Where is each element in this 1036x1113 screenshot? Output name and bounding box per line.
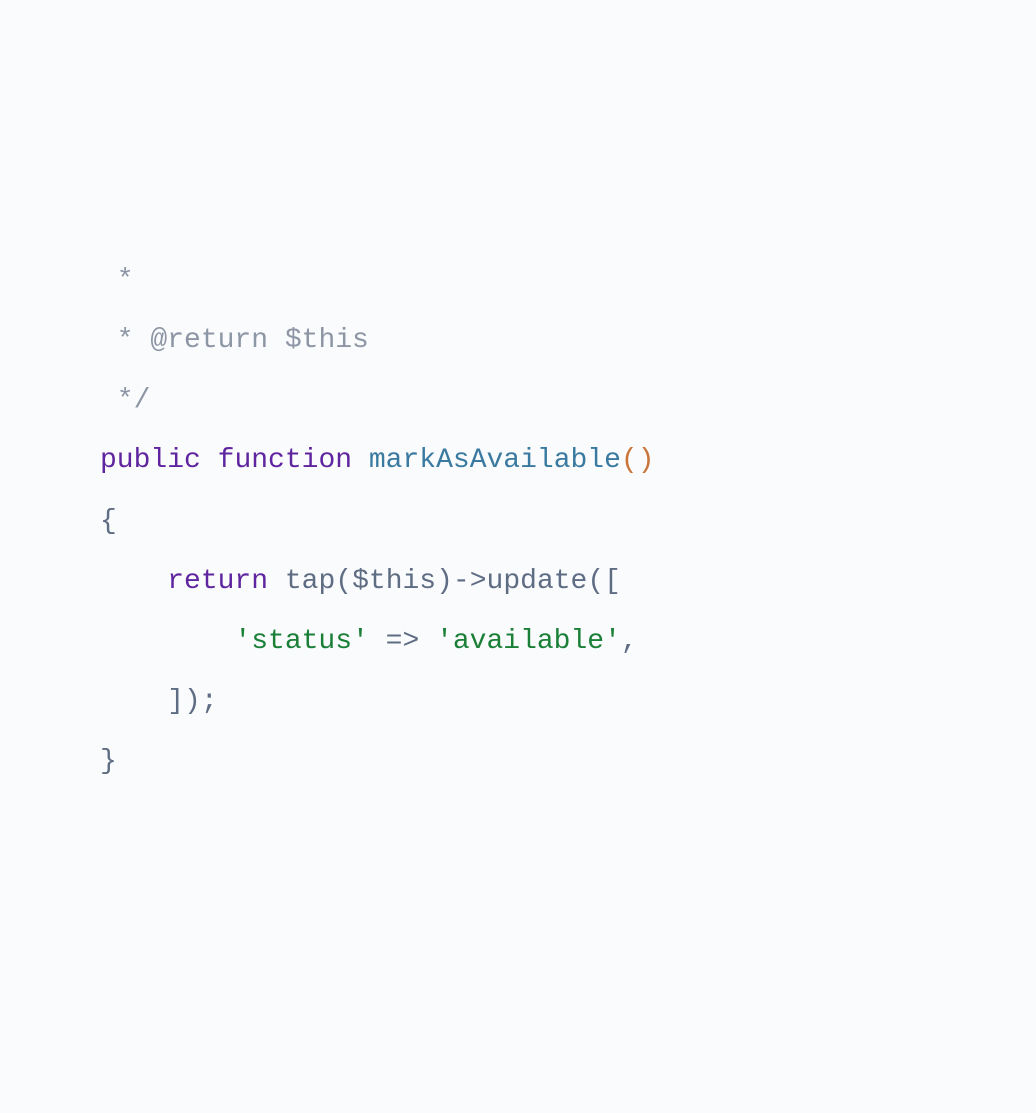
- code-block: * * @return $this */ public function mar…: [100, 251, 1036, 793]
- bracket-close: ]: [167, 686, 184, 717]
- paren-open-3: (: [587, 566, 604, 597]
- paren-close: ): [638, 445, 655, 476]
- paren-close-2: ): [436, 566, 453, 597]
- closing-line: ]);: [100, 686, 218, 717]
- comment-prefix: *: [100, 325, 150, 356]
- comment-line-1: *: [100, 265, 134, 296]
- function-name: markAsAvailable: [369, 445, 621, 476]
- arrow-operator: ->: [453, 566, 487, 597]
- string-value: 'available': [436, 626, 621, 657]
- array-item-line: 'status' => 'available',: [100, 626, 638, 657]
- var-this: $this: [352, 566, 436, 597]
- brace-open: {: [100, 506, 117, 537]
- semicolon: ;: [201, 686, 218, 717]
- string-key: 'status': [234, 626, 368, 657]
- brace-close: }: [100, 746, 117, 777]
- paren-open-2: (: [335, 566, 352, 597]
- keyword-public: public: [100, 445, 201, 476]
- comma: ,: [621, 626, 638, 657]
- bracket-open: [: [604, 566, 621, 597]
- paren-open: (: [621, 445, 638, 476]
- keyword-return: return: [167, 566, 268, 597]
- function-signature-line: public function markAsAvailable(): [100, 445, 655, 476]
- keyword-function: function: [218, 445, 352, 476]
- call-update: update: [487, 566, 588, 597]
- call-tap: tap: [285, 566, 335, 597]
- docblock-tag: @return $this: [150, 325, 368, 356]
- comment-line-3: */: [100, 385, 150, 416]
- return-line: return tap($this)->update([: [100, 566, 621, 597]
- paren-close-3: ): [184, 686, 201, 717]
- fat-arrow: =>: [369, 626, 436, 657]
- comment-line-2: * @return $this: [100, 325, 369, 356]
